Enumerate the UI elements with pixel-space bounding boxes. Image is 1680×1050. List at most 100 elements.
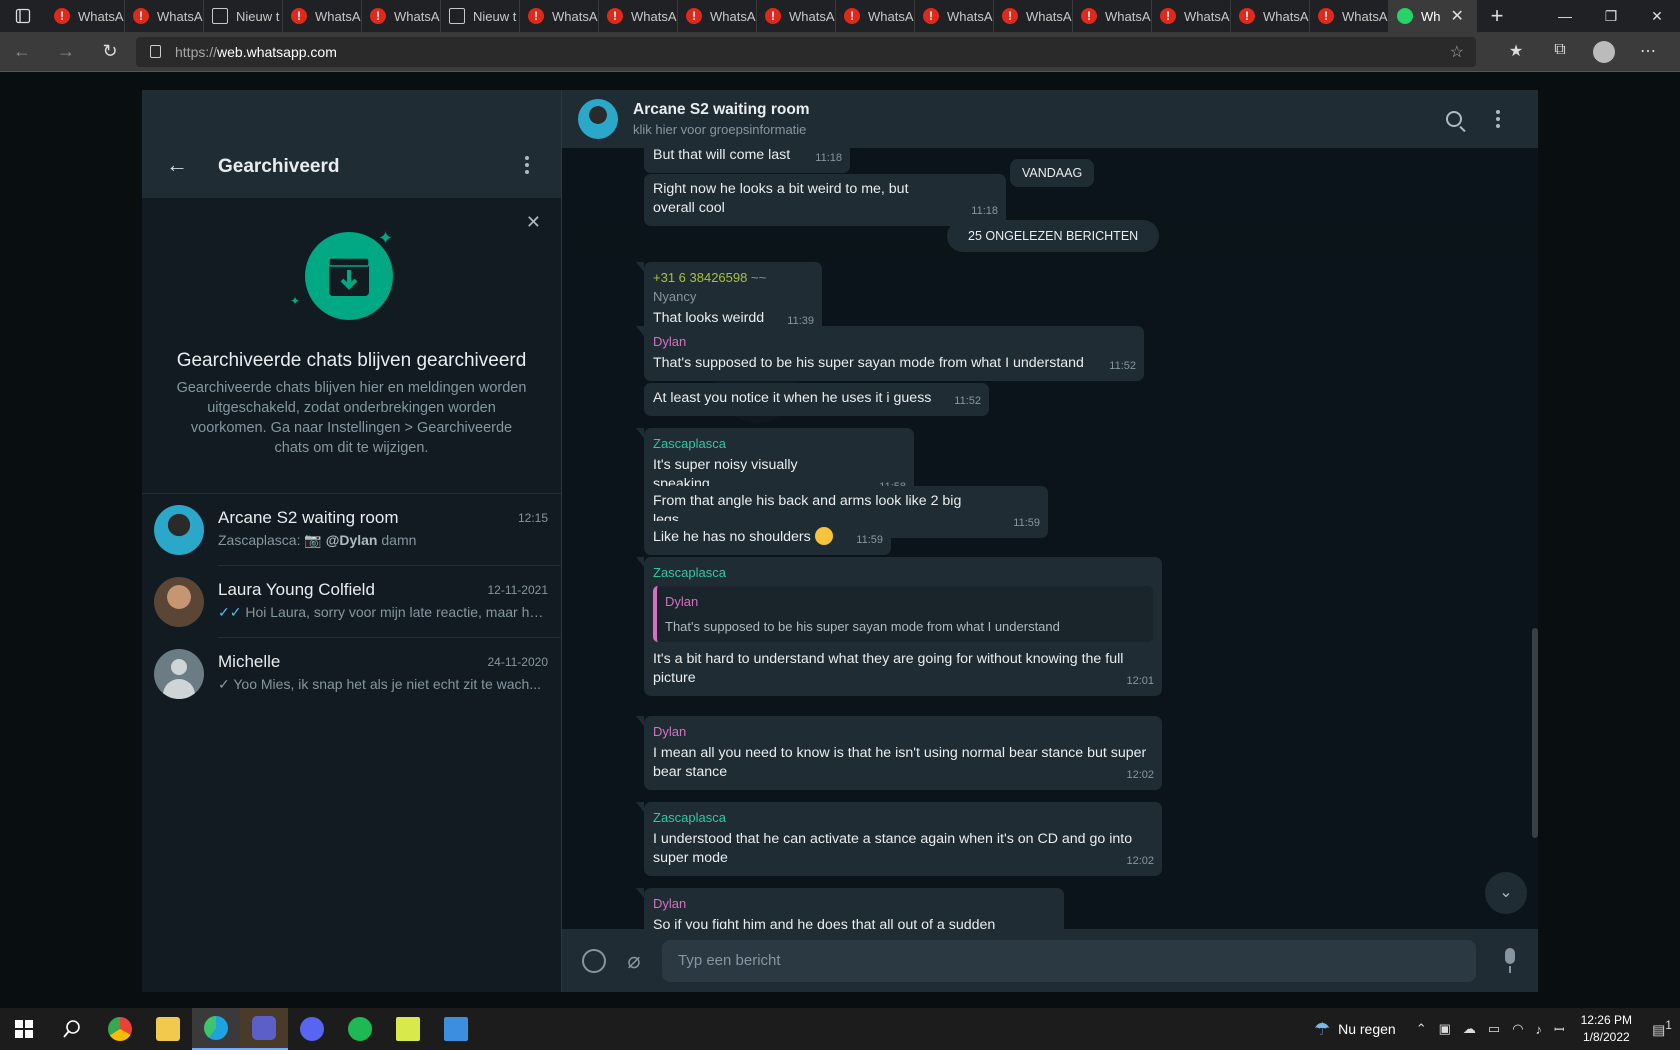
favorites-icon[interactable]: ★ bbox=[1494, 41, 1538, 63]
back-icon[interactable]: ← bbox=[0, 41, 44, 62]
add-favorite-icon[interactable]: ☆ bbox=[1450, 42, 1464, 62]
warning-icon: ! bbox=[1318, 8, 1334, 24]
conversation-subtitle: klik hier voor groepsinformatie bbox=[633, 122, 807, 137]
chrome-taskbar-button[interactable] bbox=[96, 1008, 144, 1050]
message-time: 11:59 bbox=[856, 534, 883, 546]
chat-list-item[interactable]: Laura Young Colfield 12-11-2021 ✓✓ Hoi L… bbox=[142, 566, 564, 638]
onedrive-icon[interactable]: ☁ bbox=[1463, 1021, 1476, 1037]
attach-icon[interactable]: ⌀ bbox=[622, 948, 646, 974]
browser-tab[interactable]: Nieuw t bbox=[441, 0, 520, 32]
newtab-icon bbox=[449, 8, 465, 24]
network-icon[interactable]: ꟷ bbox=[1554, 1020, 1565, 1038]
browser-tab[interactable]: ! WhatsA bbox=[283, 0, 362, 32]
weather-widget[interactable]: ☂ Nu regen bbox=[1314, 1019, 1396, 1040]
archived-header: ← Gearchiveerd bbox=[142, 90, 561, 198]
wifi-icon[interactable]: ◠ bbox=[1512, 1021, 1523, 1037]
avatar bbox=[154, 577, 204, 627]
close-window-icon[interactable]: ✕ bbox=[1634, 8, 1680, 25]
browser-tab[interactable]: ! WhatsA bbox=[915, 0, 994, 32]
browser-tab[interactable]: ! WhatsA bbox=[678, 0, 757, 32]
message-input[interactable] bbox=[662, 939, 1476, 982]
warning-icon: ! bbox=[607, 8, 623, 24]
window-controls: — ❐ ✕ bbox=[1542, 8, 1680, 25]
scrollbar[interactable] bbox=[1532, 628, 1538, 838]
lock-icon[interactable] bbox=[150, 45, 161, 58]
browser-tab[interactable]: ! WhatsA bbox=[362, 0, 441, 32]
conversation-header[interactable]: Arcane S2 waiting room klik hier voor gr… bbox=[562, 90, 1538, 148]
discord-taskbar-button[interactable] bbox=[288, 1008, 336, 1050]
browser-tab[interactable]: ! WhatsA bbox=[599, 0, 678, 32]
chat-preview: ✓✓ Hoi Laura, sorry voor mijn late react… bbox=[218, 604, 548, 621]
forward-icon[interactable]: → bbox=[44, 41, 88, 62]
emoji-icon[interactable] bbox=[582, 948, 606, 973]
explorer-taskbar-button[interactable] bbox=[144, 1008, 192, 1050]
message-sender: Dylan bbox=[653, 724, 687, 739]
new-tab-button[interactable]: + bbox=[1477, 3, 1517, 29]
message-list: But that will come last 11:18 Right now … bbox=[562, 148, 1538, 929]
browser-tab[interactable]: ! WhatsA bbox=[1231, 0, 1310, 32]
chat-list-item[interactable]: Michelle 24-11-2020 ✓ Yoo Mies, ik snap … bbox=[142, 638, 561, 710]
tab-label: WhatsA bbox=[789, 8, 835, 24]
tab-active[interactable]: Wh ✕ bbox=[1389, 0, 1477, 32]
browser-tab[interactable]: ! WhatsA bbox=[46, 0, 125, 32]
start-button[interactable] bbox=[0, 1008, 48, 1050]
url-field[interactable]: https://web.whatsapp.com ☆ bbox=[136, 36, 1476, 67]
group-avatar[interactable] bbox=[578, 99, 618, 139]
tab-label: Wh bbox=[1421, 8, 1441, 24]
spotify-taskbar-button[interactable] bbox=[336, 1008, 384, 1050]
browser-tab[interactable]: ! WhatsA bbox=[1073, 0, 1152, 32]
profile-avatar[interactable] bbox=[1582, 40, 1626, 63]
browser-tab[interactable]: ! WhatsA bbox=[836, 0, 915, 32]
message-text-content: Like he has no shoulders bbox=[653, 529, 811, 545]
system-tray: ☂ Nu regen ⌃ ▣ ☁ ▭ ◠ ♪ ꟷ 12:26 PM 1/8/20… bbox=[1314, 1008, 1680, 1050]
more-icon[interactable]: ⋯ bbox=[1626, 41, 1670, 63]
archive-info-banner: ✕ ✦ ✦ Gearchiveerde chats blijven gearch… bbox=[142, 198, 561, 494]
photos-taskbar-button[interactable] bbox=[432, 1008, 480, 1050]
browser-tab[interactable]: ! WhatsA bbox=[1152, 0, 1231, 32]
tab-label: WhatsA bbox=[947, 8, 993, 24]
read-ticks-icon: ✓✓ bbox=[218, 604, 242, 620]
search-taskbar-button[interactable] bbox=[48, 1008, 96, 1050]
archived-panel: ← Gearchiveerd ✕ ✦ ✦ Gearchiveerde chats… bbox=[142, 90, 564, 992]
warning-icon: ! bbox=[765, 8, 781, 24]
tab-actions-icon[interactable] bbox=[0, 0, 46, 32]
browser-tab[interactable]: ! WhatsA bbox=[994, 0, 1073, 32]
restore-icon[interactable]: ❐ bbox=[1588, 8, 1634, 25]
refresh-icon[interactable]: ↻ bbox=[88, 41, 132, 62]
close-tab-icon[interactable]: ✕ bbox=[1451, 6, 1464, 26]
meet-now-icon[interactable]: ▣ bbox=[1439, 1021, 1451, 1037]
preview-sender: Zascaplasca: bbox=[218, 532, 305, 548]
chat-list-item[interactable]: Arcane S2 waiting room 12:15 Zascaplasca… bbox=[142, 494, 564, 566]
microphone-icon[interactable] bbox=[1498, 947, 1522, 974]
menu-icon[interactable] bbox=[517, 152, 537, 178]
browser-tab[interactable]: ! WhatsA bbox=[125, 0, 204, 32]
menu-icon[interactable] bbox=[1488, 106, 1508, 132]
sender-phone: +31 6 38426598 bbox=[653, 270, 748, 285]
chat-time: 12-11-2021 bbox=[487, 583, 549, 597]
chevron-up-icon[interactable]: ⌃ bbox=[1416, 1021, 1427, 1037]
collections-icon[interactable]: ⧉ bbox=[1538, 41, 1582, 63]
sparkle-icon: ✦ bbox=[290, 294, 301, 308]
browser-tab[interactable]: ! WhatsA bbox=[1310, 0, 1389, 32]
teams-taskbar-button[interactable] bbox=[240, 1008, 288, 1050]
tab-label: WhatsA bbox=[552, 8, 598, 24]
search-icon bbox=[63, 1020, 80, 1038]
search-icon[interactable] bbox=[1446, 111, 1462, 127]
pycharm-taskbar-button[interactable] bbox=[384, 1008, 432, 1050]
browser-tab[interactable]: Nieuw t bbox=[204, 0, 283, 32]
tab-list: ! WhatsA! WhatsA Nieuw t! WhatsA! WhatsA Nieuw… bbox=[46, 0, 1389, 32]
volume-icon[interactable]: ♪ bbox=[1536, 1022, 1543, 1037]
edge-taskbar-button[interactable] bbox=[192, 1008, 240, 1050]
browser-tab[interactable]: ! WhatsA bbox=[520, 0, 599, 32]
minimize-icon[interactable]: — bbox=[1542, 8, 1588, 25]
close-icon[interactable]: ✕ bbox=[526, 212, 541, 233]
preview-text: damn bbox=[377, 532, 417, 548]
back-arrow-icon[interactable]: ← bbox=[166, 152, 218, 178]
photos-icon bbox=[444, 1017, 468, 1041]
notification-center[interactable]: ▤1 bbox=[1644, 1019, 1680, 1039]
quoted-message[interactable]: Dylan That's supposed to be his super sa… bbox=[653, 586, 1153, 642]
clock[interactable]: 12:26 PM 1/8/2022 bbox=[1581, 1012, 1632, 1046]
battery-icon[interactable]: ▭ bbox=[1488, 1021, 1500, 1037]
browser-tab[interactable]: ! WhatsA bbox=[757, 0, 836, 32]
scroll-down-button[interactable]: ⌄ bbox=[1485, 872, 1527, 914]
